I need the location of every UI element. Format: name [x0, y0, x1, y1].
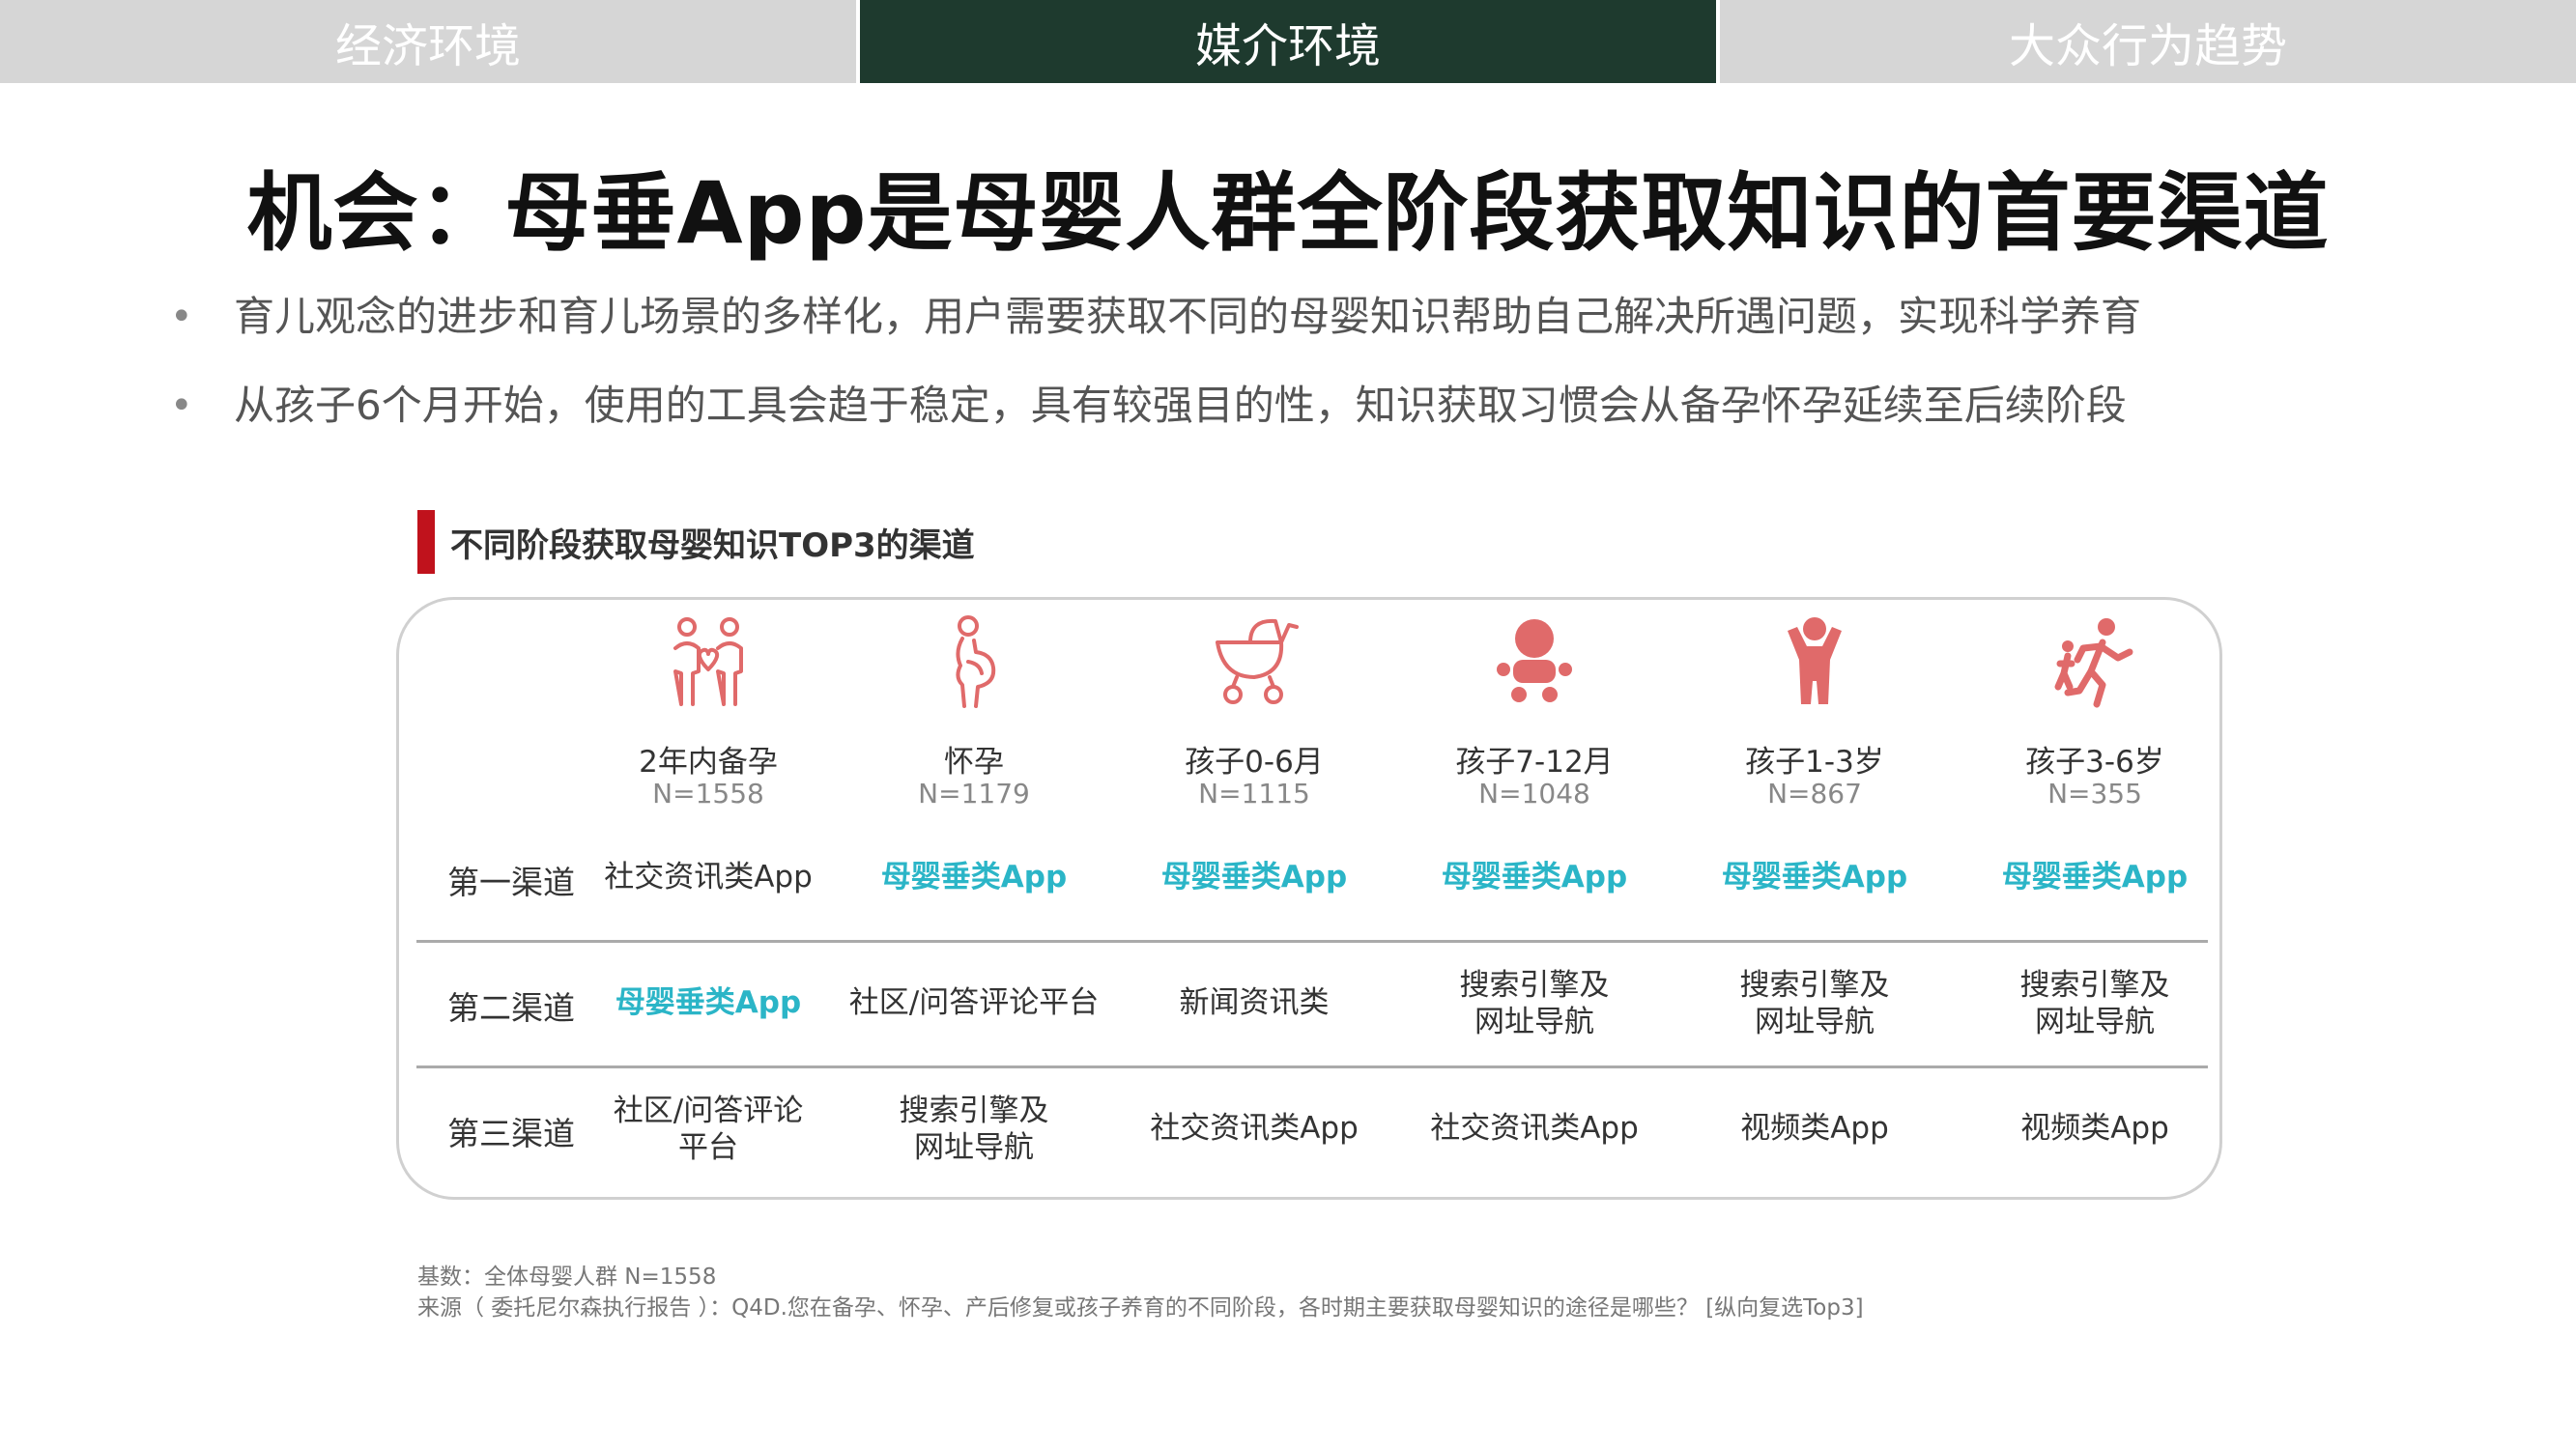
- stage-name: 2年内备孕: [639, 745, 778, 780]
- bullet-dot-icon: •: [170, 384, 193, 428]
- table-cell: 社交资讯类App: [1150, 1111, 1359, 1146]
- section-heading: 不同阶段获取母婴知识TOP3的渠道: [417, 510, 975, 574]
- section-title: 不同阶段获取母婴知识TOP3的渠道: [450, 526, 975, 565]
- baby-stroller-icon: [1206, 613, 1302, 710]
- stage-sample-size: N=1558: [652, 778, 764, 810]
- stage-sample-size: N=355: [2047, 778, 2142, 810]
- bullet-text: 从孩子6个月开始，使用的工具会趋于稳定，具有较强目的性，知识获取习惯会从备孕怀孕…: [234, 382, 2127, 429]
- row-label-third-channel: 第三渠道: [447, 1115, 575, 1152]
- table-cell: 搜索引擎及 网址导航: [1459, 968, 1610, 1039]
- table-cell: 母婴垂类App: [615, 985, 802, 1020]
- stage-name: 孩子3-6岁: [2025, 745, 2164, 780]
- table-cell: 社交资讯类App: [1430, 1111, 1639, 1146]
- table-cell: 搜索引擎及 网址导航: [1739, 968, 1890, 1039]
- tab-economic-environment[interactable]: 经济环境: [0, 0, 856, 83]
- couple-heart-icon: [660, 613, 757, 710]
- tab-media-environment[interactable]: 媒介环境: [860, 0, 1716, 83]
- pregnant-woman-icon: [926, 613, 1022, 710]
- bullet-item: • 从孩子6个月开始，使用的工具会趋于稳定，具有较强目的性，知识获取习惯会从备孕怀…: [164, 382, 2483, 429]
- red-accent-bar: [417, 510, 435, 574]
- tab-public-behavior-trends[interactable]: 大众行为趋势: [1720, 0, 2576, 83]
- baby-crawling-icon: [1486, 613, 1583, 710]
- table-cell: 社区/问答评论 平台: [613, 1094, 804, 1165]
- table-cell: 新闻资讯类: [1179, 985, 1330, 1020]
- row-divider: [416, 1065, 2208, 1068]
- bullet-list: • 育儿观念的进步和育儿场景的多样化，用户需要获取不同的母婴知识帮助自己解决所遇问…: [164, 295, 2483, 472]
- toddler-icon: [1766, 613, 1863, 710]
- stage-sample-size: N=867: [1767, 778, 1862, 810]
- channel-table: 2年内备孕 怀孕 孩子0-6月 孩子7-12月 孩子1-3岁 孩子3-6岁 N=…: [396, 597, 2222, 1200]
- footnote-base: 基数：全体母婴人群 N=1558: [417, 1264, 717, 1290]
- table-cell: 视频类App: [2020, 1111, 2169, 1146]
- stage-name: 孩子0-6月: [1185, 745, 1324, 780]
- table-cell: 搜索引擎及 网址导航: [899, 1094, 1049, 1165]
- stage-name: 孩子7-12月: [1455, 745, 1614, 780]
- stage-name: 孩子1-3岁: [1745, 745, 1884, 780]
- stage-sample-size: N=1179: [918, 778, 1030, 810]
- top-tab-bar: 经济环境 媒介环境 大众行为趋势: [0, 0, 2576, 83]
- running-child-icon: [2046, 613, 2143, 710]
- row-label-first-channel: 第一渠道: [447, 864, 575, 901]
- table-cell: 社区/问答评论平台: [848, 985, 1100, 1020]
- table-cell: 社交资讯类App: [604, 860, 813, 895]
- table-cell: 母婴垂类App: [1721, 860, 1908, 895]
- row-label-second-channel: 第二渠道: [447, 989, 575, 1027]
- bullet-text: 育儿观念的进步和育儿场景的多样化，用户需要获取不同的母婴知识帮助自己解决所遇问题…: [234, 293, 2142, 340]
- table-cell: 母婴垂类App: [1441, 860, 1628, 895]
- footnote-source: 来源（ 委托尼尔森执行报告 ）：Q4D.您在备孕、怀孕、产后修复或孩子养育的不同…: [417, 1295, 1864, 1321]
- stage-sample-size: N=1115: [1198, 778, 1310, 810]
- table-cell: 视频类App: [1740, 1111, 1889, 1146]
- table-cell: 母婴垂类App: [2001, 860, 2189, 895]
- stage-name: 怀孕: [944, 745, 1004, 780]
- table-cell: 母婴垂类App: [1160, 860, 1348, 895]
- page-title: 机会：母垂App是母婴人群全阶段获取知识的首要渠道: [246, 163, 2330, 263]
- row-divider: [416, 940, 2208, 943]
- bullet-item: • 育儿观念的进步和育儿场景的多样化，用户需要获取不同的母婴知识帮助自己解决所遇问…: [164, 293, 2483, 340]
- table-cell: 母婴垂类App: [880, 860, 1068, 895]
- table-cell: 搜索引擎及 网址导航: [2019, 968, 2170, 1039]
- bullet-dot-icon: •: [170, 295, 193, 339]
- stage-sample-size: N=1048: [1478, 778, 1590, 810]
